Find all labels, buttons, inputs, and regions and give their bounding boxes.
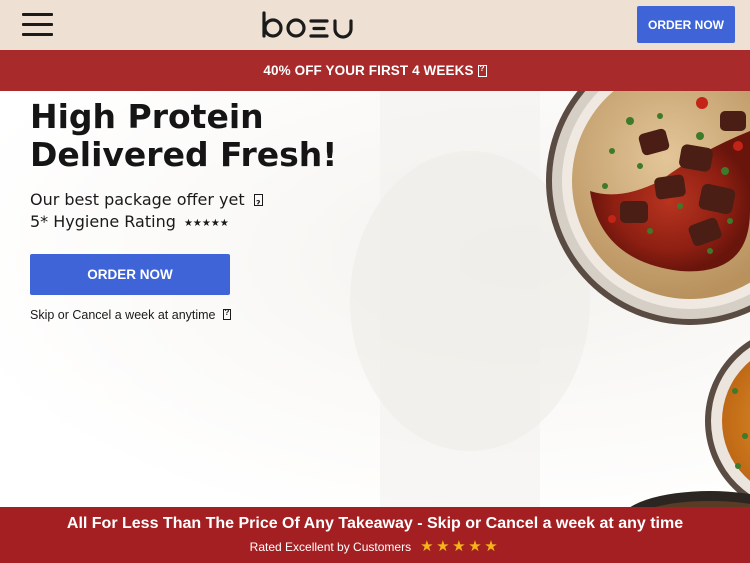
hero-order-button[interactable]: ORDER NOW — [30, 254, 230, 295]
hygiene-text: 5* Hygiene Rating — [30, 212, 176, 231]
star-icon: ★ — [468, 538, 482, 555]
star-icon: ★ — [452, 538, 466, 555]
site-header: ORDER NOW — [0, 0, 750, 50]
hero-subtitle: Our best package offer yet 5* Hygiene Ra… — [30, 189, 263, 235]
hero-title: High Protein Delivered Fresh! — [30, 98, 390, 174]
missing-glyph-icon — [477, 64, 487, 77]
offer-text: Our best package offer yet — [30, 190, 245, 209]
missing-glyph-icon — [223, 308, 231, 320]
star-icon: ★ — [436, 538, 450, 555]
hero-section: High Protein Delivered Fresh! Our best p… — [0, 91, 750, 507]
hero-title-line2: Delivered Fresh! — [30, 135, 338, 174]
missing-glyph-icon — [253, 193, 263, 215]
promo-banner[interactable]: 40% OFF YOUR FIRST 4 WEEKS — [0, 50, 750, 91]
promo-text: 40% OFF YOUR FIRST 4 WEEKS — [263, 63, 474, 78]
bozu-logo[interactable] — [261, 11, 357, 39]
skip-text: Skip or Cancel a week at anytime — [30, 308, 216, 322]
value-banner: All For Less Than The Price Of Any Takea… — [0, 507, 750, 563]
header-order-button[interactable]: ORDER NOW — [637, 6, 735, 43]
hygiene-stars: ★★★★★ — [183, 218, 229, 229]
rating-stars: ★ ★ ★ ★ ★ — [420, 538, 500, 555]
hamburger-menu-icon[interactable] — [22, 12, 53, 38]
skip-note: Skip or Cancel a week at anytime — [30, 308, 231, 322]
hero-title-line1: High Protein — [30, 97, 264, 136]
banner-title: All For Less Than The Price Of Any Takea… — [66, 515, 684, 532]
star-icon: ★ — [484, 538, 498, 555]
rating-row: Rated Excellent by Customers ★ ★ ★ ★ ★ — [0, 538, 750, 555]
star-icon: ★ — [420, 538, 434, 555]
rated-text: Rated Excellent by Customers — [249, 540, 412, 554]
